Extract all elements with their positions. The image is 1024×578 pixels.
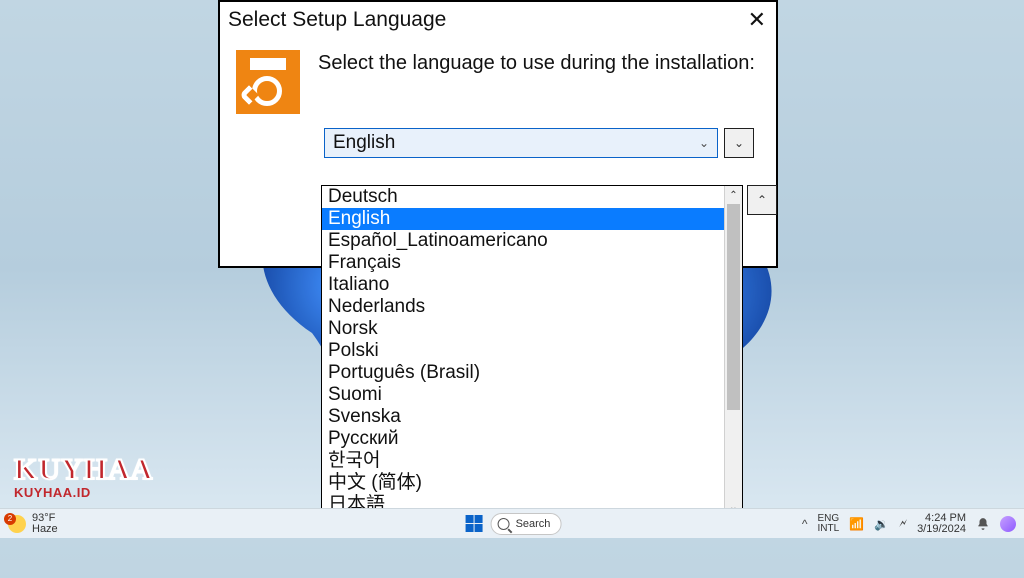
chevron-down-icon: ⌄ — [699, 136, 709, 150]
dropdown-scrollbar[interactable]: ⌃ ⌄ — [724, 186, 742, 516]
tray-overflow-icon[interactable]: ^ — [802, 517, 808, 531]
weather-temp: 93°F — [32, 513, 58, 524]
language-indicator[interactable]: ENG INTL — [817, 514, 839, 534]
taskbar-clock[interactable]: 4:24 PM 3/19/2024 — [917, 513, 966, 535]
language-option[interactable]: Deutsch — [322, 186, 724, 208]
scroll-up-icon[interactable]: ⌃ — [725, 186, 742, 204]
watermark-title: KUYHAA — [14, 453, 153, 487]
wifi-icon[interactable]: 📶 — [849, 517, 864, 531]
weather-icon: 2 — [8, 515, 26, 533]
dialog-prompt: Select the language to use during the in… — [318, 50, 755, 114]
language-down-button[interactable]: ⌄ — [724, 128, 754, 158]
language-option[interactable]: Italiano — [322, 274, 724, 296]
language-option[interactable]: Русский — [322, 428, 724, 450]
language-option[interactable]: English — [322, 208, 724, 230]
language-option[interactable]: Français — [322, 252, 724, 274]
windows-logo-icon — [465, 515, 482, 532]
installer-app-icon — [236, 50, 300, 114]
weather-badge: 2 — [4, 513, 16, 525]
language-option[interactable]: Norsk — [322, 318, 724, 340]
search-icon — [498, 518, 510, 530]
scroll-thumb[interactable] — [727, 204, 740, 410]
weather-widget[interactable]: 2 93°F Haze — [8, 513, 58, 535]
watermark-subtitle: KUYHAA.ID — [14, 485, 153, 500]
taskbar-search[interactable]: Search — [491, 513, 562, 535]
language-select[interactable]: English ⌄ — [324, 128, 718, 158]
language-option[interactable]: 한국어 — [322, 450, 724, 472]
copilot-icon[interactable] — [1000, 516, 1016, 532]
speaker-icon[interactable]: 🔉 — [874, 517, 889, 531]
language-dropdown-list[interactable]: DeutschEnglishEspañol_LatinoamericanoFra… — [321, 185, 743, 517]
close-icon[interactable]: ✕ — [744, 9, 770, 31]
language-option[interactable]: Polski — [322, 340, 724, 362]
language-select-value: English — [333, 132, 395, 154]
language-option[interactable]: Nederlands — [322, 296, 724, 318]
dialog-title: Select Setup Language — [228, 8, 446, 32]
language-option[interactable]: Español_Latinoamericano — [322, 230, 724, 252]
chevron-up-icon: ⌃ — [757, 193, 767, 207]
dialog-titlebar[interactable]: Select Setup Language ✕ — [220, 2, 776, 38]
watermark: KUYHAA KUYHAA.ID — [14, 453, 153, 500]
language-option[interactable]: Português (Brasil) — [322, 362, 724, 384]
notification-bell-icon[interactable] — [976, 517, 990, 531]
language-option[interactable]: Suomi — [322, 384, 724, 406]
start-button[interactable] — [463, 513, 485, 535]
search-placeholder: Search — [516, 518, 551, 530]
language-up-button[interactable]: ⌃ — [747, 185, 777, 215]
taskbar: 2 93°F Haze Search ^ ENG INTL 📶 🔉 🗲 4:24… — [0, 508, 1024, 538]
battery-icon[interactable]: 🗲 — [899, 516, 907, 531]
language-option[interactable]: Svenska — [322, 406, 724, 428]
language-option[interactable]: 中文 (简体) — [322, 472, 724, 494]
weather-desc: Haze — [32, 524, 58, 535]
chevron-down-icon: ⌄ — [734, 136, 744, 150]
